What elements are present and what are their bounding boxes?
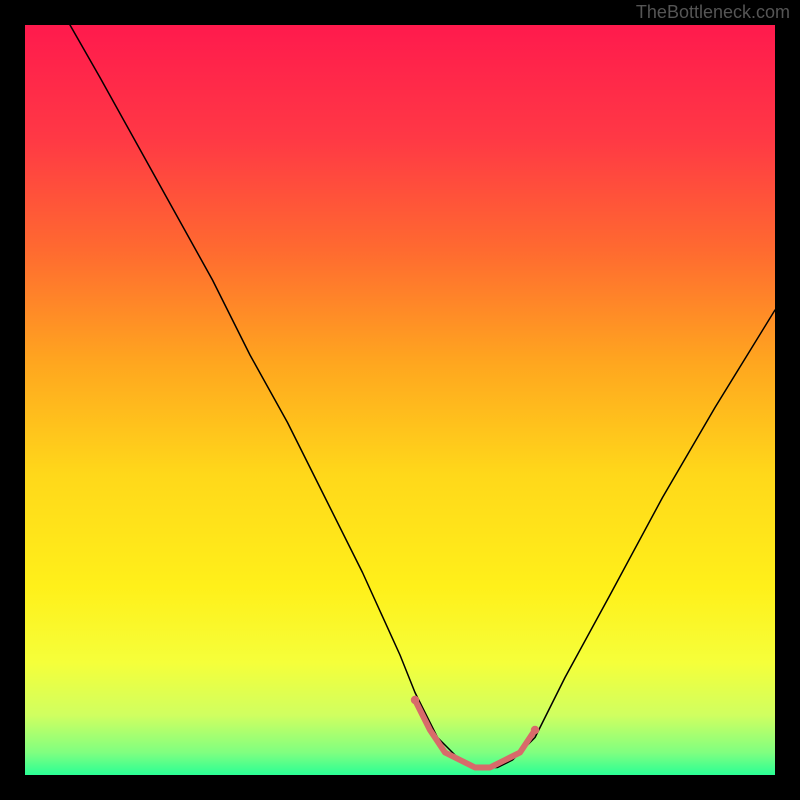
series-valley-highlight (415, 700, 535, 768)
plot-area (25, 25, 775, 775)
curve-layer (25, 25, 775, 775)
series-bottleneck-curve (70, 25, 775, 768)
chart-container: TheBottleneck.com (0, 0, 800, 800)
valley-end-dot (531, 726, 539, 734)
valley-end-dot (411, 696, 419, 704)
watermark-text: TheBottleneck.com (636, 2, 790, 23)
